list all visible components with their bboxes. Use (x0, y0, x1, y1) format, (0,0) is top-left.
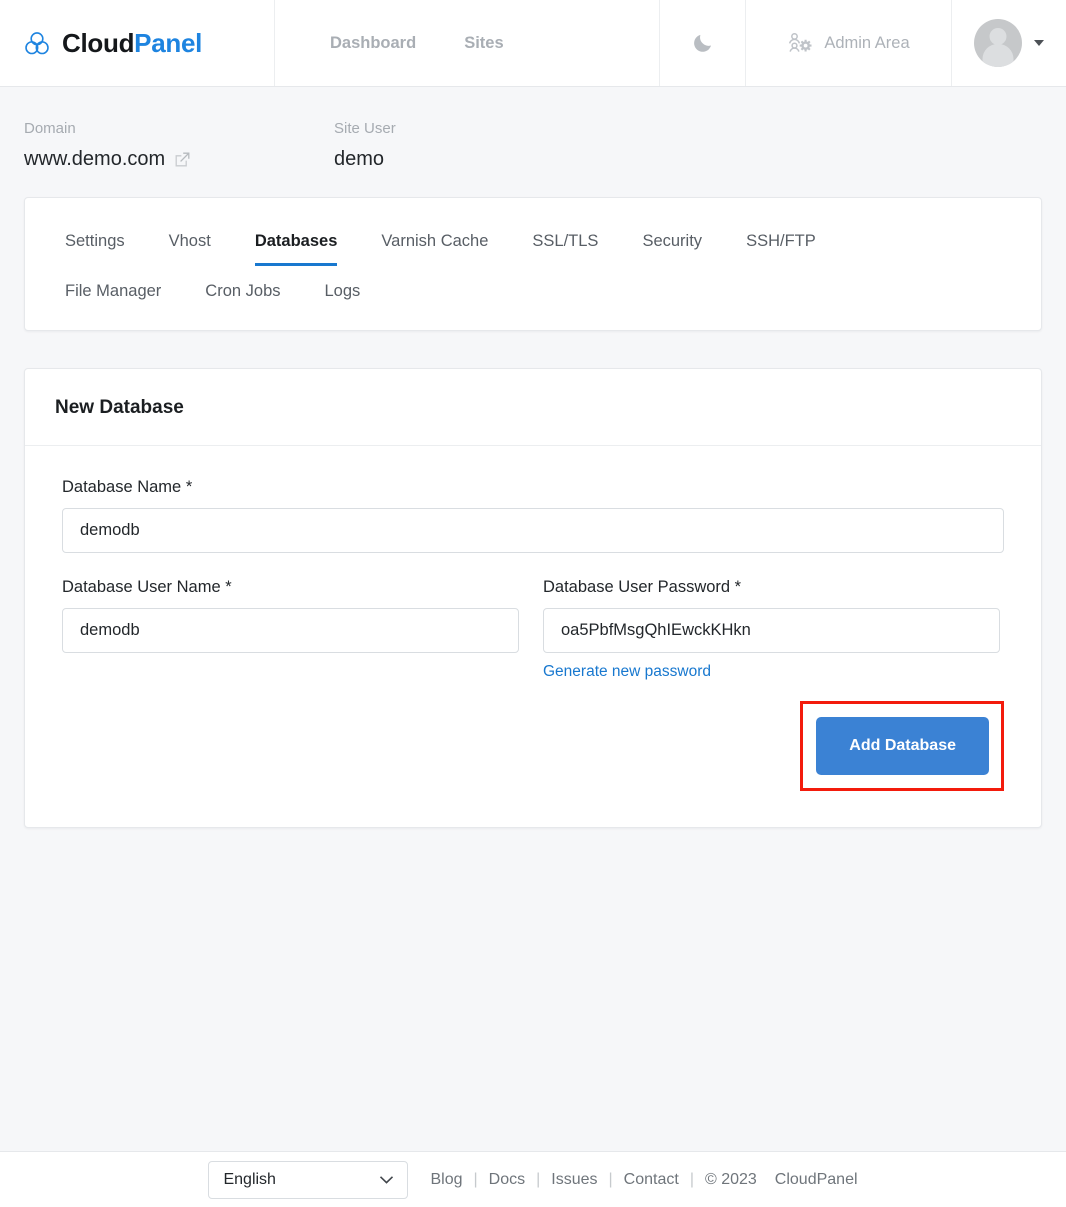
domain-value-row: www.demo.com (24, 148, 334, 171)
tabs-card: Settings Vhost Databases Varnish Cache S… (24, 197, 1042, 331)
admin-area-link[interactable]: Admin Area (746, 0, 952, 86)
footer-separator: | (608, 1170, 613, 1188)
new-database-card-header: New Database (25, 369, 1041, 446)
nav-item-sites[interactable]: Sites (464, 34, 503, 53)
tab-ssh-ftp[interactable]: SSH/FTP (746, 216, 816, 266)
copyright-year: © 2023 (704, 1170, 757, 1188)
moon-icon (693, 34, 711, 52)
footer-separator: | (473, 1170, 478, 1188)
footer-link-contact[interactable]: Contact (624, 1171, 679, 1189)
database-name-input[interactable] (62, 508, 1004, 553)
new-database-form: Database Name * Database User Name * Dat… (25, 446, 1041, 827)
tab-logs[interactable]: Logs (325, 266, 361, 308)
database-user-name-label: Database User Name * (62, 578, 232, 596)
external-link-icon[interactable] (174, 151, 191, 168)
brand-text-cloud: Cloud (62, 27, 135, 58)
chevron-down-icon (1034, 40, 1044, 46)
tab-settings[interactable]: Settings (65, 216, 125, 266)
page-content: Domain www.demo.com Site User demo Setti… (0, 87, 1066, 828)
user-credentials-row: Database User Name * Database User Passw… (62, 578, 1004, 681)
footer-link-docs[interactable]: Docs (489, 1171, 525, 1189)
tab-cron-jobs[interactable]: Cron Jobs (205, 266, 280, 308)
database-user-name-input[interactable] (62, 608, 519, 653)
user-menu[interactable] (952, 0, 1066, 86)
footer-link-blog[interactable]: Blog (430, 1171, 462, 1189)
database-name-label: Database Name * (62, 478, 193, 496)
nav-item-dashboard[interactable]: Dashboard (330, 34, 416, 53)
tab-ssl-tls[interactable]: SSL/TLS (532, 216, 598, 266)
tabs-row-secondary: File Manager Cron Jobs Logs (65, 266, 1001, 308)
add-database-button[interactable]: Add Database (816, 717, 989, 775)
database-user-password-label: Database User Password * (543, 578, 742, 596)
copyright-brand: CloudPanel (774, 1170, 858, 1188)
footer-links: Blog | Docs | Issues | Contact | © 2023 … (430, 1171, 857, 1189)
tab-file-manager[interactable]: File Manager (65, 266, 161, 308)
main-nav: Dashboard Sites (275, 0, 660, 86)
language-select[interactable]: English (208, 1160, 409, 1199)
tab-security[interactable]: Security (642, 216, 702, 266)
page-title: New Database (55, 397, 184, 418)
cloudpanel-logo-icon (25, 32, 49, 55)
users-gear-icon (789, 32, 812, 52)
top-header: CloudPanel Dashboard Sites Admin Area (0, 0, 1066, 87)
form-actions: Add Database (62, 701, 1004, 791)
admin-area-label: Admin Area (824, 33, 910, 52)
add-database-highlight: Add Database (800, 701, 1004, 791)
page-footer: English Blog | Docs | Issues | Contact |… (0, 1151, 1066, 1207)
generate-new-password-link[interactable]: Generate new password (543, 663, 711, 681)
domain-block: Domain www.demo.com (24, 120, 334, 171)
site-user-block: Site User demo (334, 120, 396, 171)
tabs-row-primary: Settings Vhost Databases Varnish Cache S… (65, 216, 1001, 266)
database-user-name-field: Database User Name * (62, 578, 519, 681)
new-database-card: New Database Database Name * Database Us… (24, 368, 1042, 828)
avatar (974, 19, 1022, 67)
dark-mode-toggle[interactable] (660, 0, 746, 86)
site-meta: Domain www.demo.com Site User demo (24, 87, 1042, 197)
footer-link-issues[interactable]: Issues (551, 1171, 597, 1189)
database-user-password-field: Database User Password * Generate new pa… (543, 578, 1000, 681)
brand-text: CloudPanel (62, 28, 202, 59)
database-name-field: Database Name * (62, 478, 1004, 553)
footer-separator: | (536, 1170, 541, 1188)
site-user-label: Site User (334, 120, 396, 137)
brand-logo[interactable]: CloudPanel (0, 0, 275, 86)
tab-databases[interactable]: Databases (254, 216, 338, 266)
footer-separator: | (689, 1170, 694, 1188)
brand-text-panel: Panel (134, 27, 203, 58)
domain-label: Domain (24, 120, 76, 137)
site-user-value: demo (334, 148, 385, 170)
domain-value[interactable]: www.demo.com (24, 148, 165, 171)
language-select-wrapper: English (208, 1160, 409, 1199)
database-user-password-input[interactable] (543, 608, 1000, 653)
tab-vhost[interactable]: Vhost (169, 216, 211, 266)
tab-varnish-cache[interactable]: Varnish Cache (381, 216, 488, 266)
